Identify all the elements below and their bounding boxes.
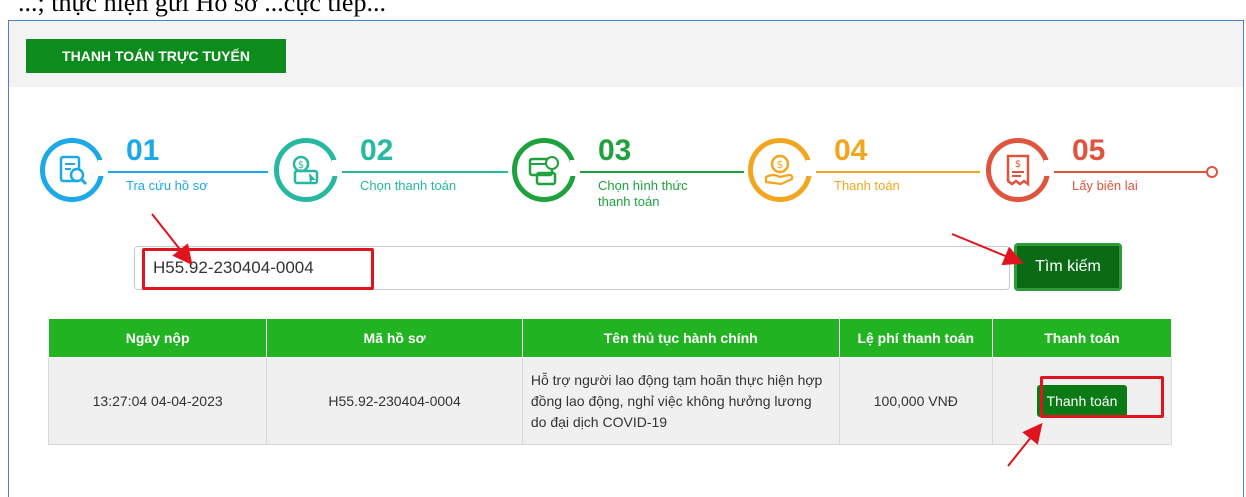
arrow-to-search-button (951, 233, 1024, 266)
arrow-to-pay-button (1007, 422, 1043, 467)
arrow-to-search (151, 213, 193, 266)
annotation-arrows (151, 213, 1043, 467)
